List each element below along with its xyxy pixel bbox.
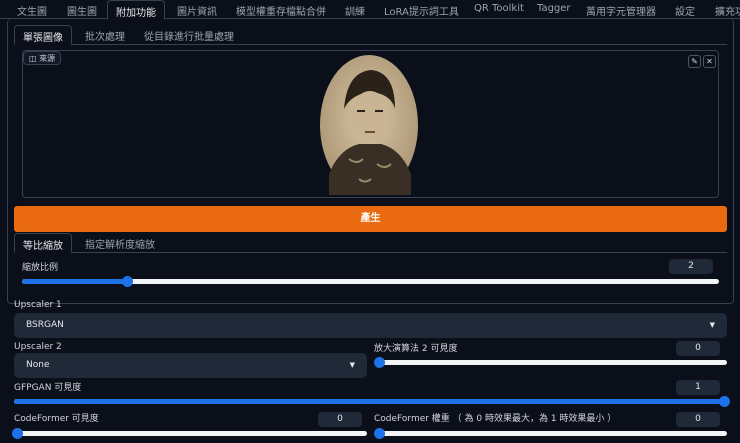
- subtab-single-image[interactable]: 單張圖像: [14, 25, 72, 45]
- chevron-down-icon: ▼: [709, 321, 715, 329]
- gfpgan-input[interactable]: 1: [676, 380, 720, 395]
- slider-thumb[interactable]: [374, 357, 385, 368]
- subtab-batch[interactable]: 批次處理: [85, 28, 125, 43]
- chevron-down-icon: ▼: [349, 361, 355, 369]
- tab-lora-prompt-tool[interactable]: LoRA提示詞工具: [384, 3, 459, 18]
- gfpgan-label: GFPGAN 可見度: [14, 383, 82, 393]
- slider-thumb[interactable]: [121, 276, 133, 287]
- codeformer-weight-slider[interactable]: [374, 428, 727, 439]
- generate-button[interactable]: 產生: [14, 206, 727, 232]
- upscaler2-select[interactable]: None ▼: [14, 353, 367, 378]
- source-image-panel[interactable]: ◫ 來源 ✎ ✕: [22, 50, 719, 198]
- close-icon[interactable]: ✕: [703, 55, 716, 68]
- tab-png-info[interactable]: 圖片資訊: [177, 3, 217, 18]
- slider-thumb[interactable]: [719, 396, 730, 407]
- top-tab-bar: 文生圖 圖生圖 附加功能 圖片資訊 模型權重存檔點合併 訓練 LoRA提示詞工具…: [0, 0, 740, 20]
- image-icon: ◫: [29, 54, 40, 63]
- tab-checkpoint-merger[interactable]: 模型權重存檔點合併: [236, 3, 326, 18]
- codeformer-weight-label: CodeFormer 權重 （ 為 0 時效果最大，為 1 時效果最小 ）: [374, 414, 617, 424]
- tab-txt2img[interactable]: 文生圖: [17, 3, 47, 18]
- tab-tagger[interactable]: Tagger: [537, 3, 571, 14]
- tab-qr-toolkit[interactable]: QR Toolkit: [474, 3, 524, 14]
- upscaler1-select[interactable]: BSRGAN ▼: [14, 313, 727, 338]
- tab-extras[interactable]: 附加功能: [107, 0, 165, 20]
- codeformer-visibility-input[interactable]: 0: [318, 412, 362, 427]
- upscaler2-visibility-input[interactable]: 0: [676, 341, 720, 356]
- upscaler2-visibility-slider[interactable]: [374, 357, 727, 368]
- upscaler1-label: Upscaler 1: [14, 300, 62, 310]
- slider-thumb[interactable]: [12, 428, 23, 439]
- slider-fill: [14, 399, 724, 404]
- tab-scale-to[interactable]: 指定解析度縮放: [85, 236, 155, 251]
- source-label: ◫ 來源: [23, 51, 62, 65]
- subtab-batch-dir[interactable]: 從目錄進行批量處理: [144, 28, 234, 43]
- codeformer-visibility-slider[interactable]: [12, 428, 367, 439]
- tab-settings[interactable]: 設定: [675, 3, 695, 18]
- slider-fill: [22, 279, 127, 284]
- tab-extensions[interactable]: 擴充功: [715, 3, 740, 18]
- tab-train[interactable]: 訓練: [345, 3, 365, 18]
- scale-input[interactable]: 2: [669, 259, 713, 274]
- upscaler2-label: Upscaler 2: [14, 342, 62, 352]
- scale-label: 縮放比例: [22, 263, 59, 273]
- slider-thumb[interactable]: [374, 428, 385, 439]
- tab-wildcards-manager[interactable]: 萬用字元管理器: [586, 3, 656, 18]
- upscaler2-visibility-label: 放大演算法 2 可見度: [374, 344, 458, 354]
- tab-img2img[interactable]: 圖生圖: [67, 3, 97, 18]
- gfpgan-slider[interactable]: [14, 396, 730, 407]
- codeformer-weight-input[interactable]: 0: [676, 412, 720, 427]
- source-image: [320, 55, 418, 195]
- scale-slider[interactable]: [22, 276, 719, 287]
- edit-icon[interactable]: ✎: [688, 55, 701, 68]
- codeformer-visibility-label: CodeFormer 可見度: [14, 414, 99, 424]
- tab-scale-by[interactable]: 等比縮放: [14, 233, 72, 253]
